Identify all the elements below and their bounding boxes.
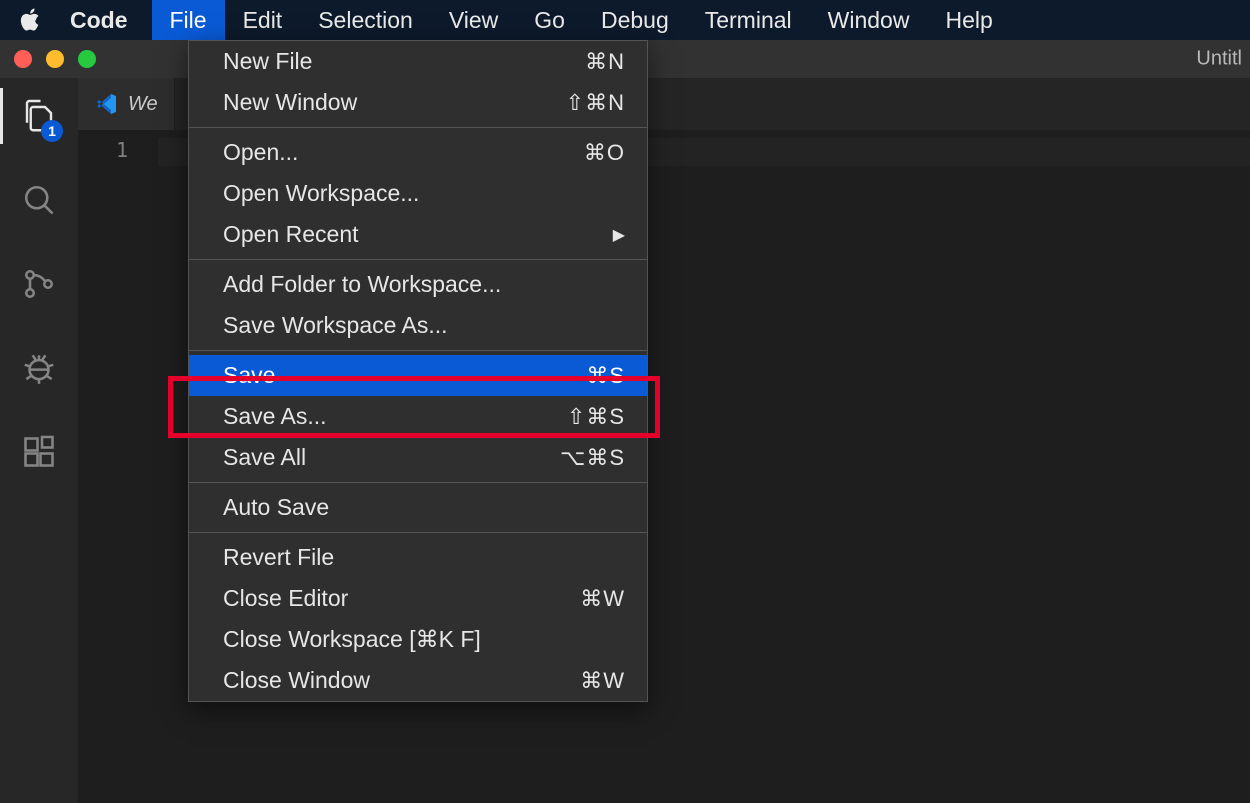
menubar-item-debug[interactable]: Debug <box>583 0 687 40</box>
menu-save-as[interactable]: Save As... ⇧⌘S <box>189 396 647 437</box>
file-menu-dropdown: New File ⌘N New Window ⇧⌘N Open... ⌘O Op… <box>188 40 648 702</box>
menu-label: Auto Save <box>223 494 329 521</box>
activitybar-explorer[interactable]: 1 <box>17 94 61 138</box>
line-number: 1 <box>78 138 128 162</box>
menu-label: Close Workspace [⌘K F] <box>223 626 481 653</box>
menubar-item-terminal[interactable]: Terminal <box>687 0 810 40</box>
menu-shortcut: ⌘N <box>585 49 625 75</box>
menubar-item-selection[interactable]: Selection <box>300 0 431 40</box>
menu-close-editor[interactable]: Close Editor ⌘W <box>189 578 647 619</box>
menu-separator <box>189 127 647 128</box>
menu-label: Save As... <box>223 403 327 430</box>
menubar-item-window[interactable]: Window <box>810 0 928 40</box>
explorer-badge: 1 <box>41 120 63 142</box>
zoom-window-button[interactable] <box>78 50 96 68</box>
menu-label: Save <box>223 362 275 389</box>
menu-open-recent[interactable]: Open Recent ▶ <box>189 214 647 255</box>
menu-shortcut: ⌘W <box>580 668 625 694</box>
menu-separator <box>189 482 647 483</box>
apple-icon[interactable] <box>20 8 42 32</box>
menu-shortcut: ⌘S <box>586 363 625 389</box>
window-title: Untitl <box>1196 48 1242 71</box>
app-name[interactable]: Code <box>64 7 134 34</box>
menubar-item-file[interactable]: File <box>152 0 225 40</box>
menubar-item-view[interactable]: View <box>431 0 516 40</box>
menu-label: Revert File <box>223 544 334 571</box>
close-window-button[interactable] <box>14 50 32 68</box>
activitybar-extensions[interactable] <box>17 430 61 474</box>
menu-label: Save Workspace As... <box>223 312 448 339</box>
minimize-window-button[interactable] <box>46 50 64 68</box>
menu-label: Close Editor <box>223 585 348 612</box>
menu-shortcut: ⌘O <box>584 140 625 166</box>
activitybar-source-control[interactable] <box>17 262 61 306</box>
menu-save-all[interactable]: Save All ⌥⌘S <box>189 437 647 478</box>
menu-label: New Window <box>223 89 357 116</box>
menu-separator <box>189 259 647 260</box>
macos-menubar: Code File Edit Selection View Go Debug T… <box>0 0 1250 40</box>
menu-revert-file[interactable]: Revert File <box>189 537 647 578</box>
menu-separator <box>189 532 647 533</box>
menu-new-file[interactable]: New File ⌘N <box>189 41 647 82</box>
menu-label: Close Window <box>223 667 370 694</box>
menu-label: Open Recent <box>223 221 359 248</box>
menu-close-workspace[interactable]: Close Workspace [⌘K F] <box>189 619 647 660</box>
menu-shortcut: ⇧⌘S <box>567 404 625 430</box>
menubar-item-help[interactable]: Help <box>927 0 1010 40</box>
menu-label: Open Workspace... <box>223 180 419 207</box>
menubar-item-go[interactable]: Go <box>516 0 583 40</box>
activitybar-search[interactable] <box>17 178 61 222</box>
menu-label: Save All <box>223 444 306 471</box>
menu-new-window[interactable]: New Window ⇧⌘N <box>189 82 647 123</box>
submenu-arrow-icon: ▶ <box>613 225 625 245</box>
tab-label: We <box>128 93 158 116</box>
vscode-file-icon <box>94 92 118 116</box>
activitybar-debug[interactable] <box>17 346 61 390</box>
menu-shortcut: ⌘W <box>580 586 625 612</box>
menu-add-folder[interactable]: Add Folder to Workspace... <box>189 264 647 305</box>
menu-open-workspace[interactable]: Open Workspace... <box>189 173 647 214</box>
traffic-lights <box>14 50 96 68</box>
editor-tab[interactable]: We <box>78 78 175 130</box>
menubar-item-edit[interactable]: Edit <box>225 0 301 40</box>
menu-open[interactable]: Open... ⌘O <box>189 132 647 173</box>
menu-save[interactable]: Save ⌘S <box>189 355 647 396</box>
menu-shortcut: ⇧⌘N <box>566 90 625 116</box>
menu-label: New File <box>223 48 312 75</box>
menu-shortcut: ⌥⌘S <box>560 445 625 471</box>
line-gutter: 1 <box>78 130 158 803</box>
menu-separator <box>189 350 647 351</box>
menu-label: Open... <box>223 139 298 166</box>
menu-save-workspace-as[interactable]: Save Workspace As... <box>189 305 647 346</box>
activity-bar: 1 <box>0 78 78 803</box>
menu-auto-save[interactable]: Auto Save <box>189 487 647 528</box>
menu-close-window[interactable]: Close Window ⌘W <box>189 660 647 701</box>
menu-label: Add Folder to Workspace... <box>223 271 501 298</box>
